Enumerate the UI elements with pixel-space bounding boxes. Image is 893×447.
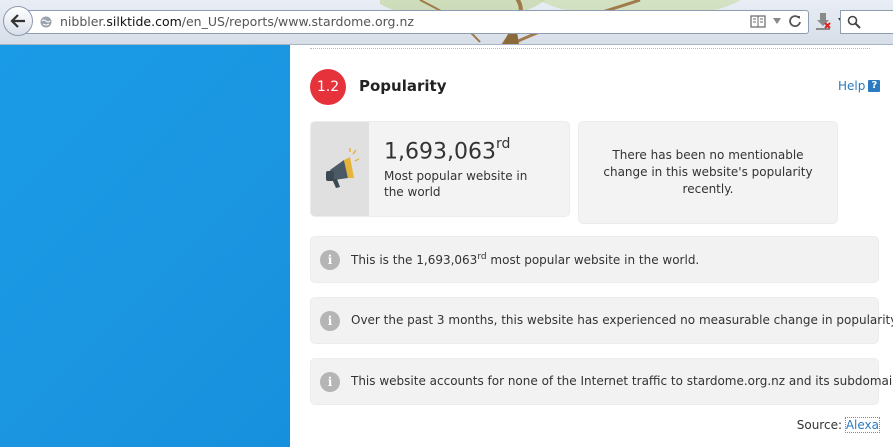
source-line: Source: Alexa bbox=[796, 417, 881, 433]
url-prefix: nibbler. bbox=[60, 14, 107, 29]
help-link[interactable]: Help ? bbox=[838, 79, 881, 93]
megaphone-icon bbox=[326, 148, 360, 188]
source-label: Source: bbox=[796, 418, 842, 432]
info-row-rank: i This is the 1,693,063rd most popular w… bbox=[310, 236, 879, 283]
section-number-badge: 1.2 bbox=[310, 69, 346, 105]
info-icon: i bbox=[320, 250, 340, 270]
info-text-rank: This is the 1,693,063rd most popular web… bbox=[351, 252, 699, 267]
dropdown-arrow-icon[interactable] bbox=[772, 17, 782, 25]
info-text-traffic: This website accounts for none of the In… bbox=[351, 374, 893, 388]
url-bar[interactable]: nibbler.silktide.com/en_US/reports/www.s… bbox=[26, 10, 809, 34]
rank-card: 1,693,063rd Most popular website in the … bbox=[310, 121, 570, 217]
rank-value: 1,693,063rd bbox=[384, 136, 511, 165]
info-text-part: most popular website in the world. bbox=[486, 253, 700, 267]
rank-number: 1,693,063 bbox=[384, 139, 496, 165]
rank-suffix: rd bbox=[495, 136, 511, 152]
info-row-change: i Over the past 3 months, this website h… bbox=[310, 297, 893, 344]
help-question-icon: ? bbox=[868, 80, 881, 92]
search-icon[interactable] bbox=[847, 15, 861, 29]
reload-icon[interactable] bbox=[788, 14, 802, 28]
back-arrow-icon bbox=[10, 14, 25, 28]
rank-icon-box bbox=[311, 122, 369, 216]
section-title: Popularity bbox=[359, 77, 447, 95]
report-section: 1.2 Popularity Help ? 1,693,063rd Most p… bbox=[290, 45, 893, 447]
search-box[interactable] bbox=[840, 10, 893, 34]
rank-caption: Most popular website in the world bbox=[384, 169, 528, 199]
info-row-traffic: i This website accounts for none of the … bbox=[310, 358, 893, 405]
reader-icon[interactable] bbox=[750, 14, 766, 28]
info-icon: i bbox=[320, 311, 340, 331]
info-text-change: Over the past 3 months, this website has… bbox=[351, 313, 893, 327]
info-text-suffix: rd bbox=[477, 252, 487, 262]
browser-toolbar: nibbler.silktide.com/en_US/reports/www.s… bbox=[0, 0, 893, 45]
url-path: /en_US/reports/www.stardome.org.nz bbox=[181, 14, 414, 29]
url-domain: silktide.com bbox=[106, 14, 182, 29]
help-label: Help bbox=[838, 79, 866, 93]
popularity-change-text: There has been no mentionable change in … bbox=[603, 148, 813, 196]
info-text-part: This is the 1,693,063 bbox=[351, 253, 478, 267]
download-icon[interactable] bbox=[814, 12, 832, 30]
url-bar-icons bbox=[750, 14, 802, 28]
info-icon: i bbox=[320, 372, 340, 392]
side-panel bbox=[0, 45, 290, 447]
source-link[interactable]: Alexa bbox=[844, 417, 881, 433]
globe-icon bbox=[40, 16, 52, 28]
popularity-change-card: There has been no mentionable change in … bbox=[578, 121, 838, 224]
back-button[interactable] bbox=[3, 6, 33, 36]
divider bbox=[310, 48, 870, 49]
url-text[interactable]: nibbler.silktide.com/en_US/reports/www.s… bbox=[60, 14, 414, 29]
